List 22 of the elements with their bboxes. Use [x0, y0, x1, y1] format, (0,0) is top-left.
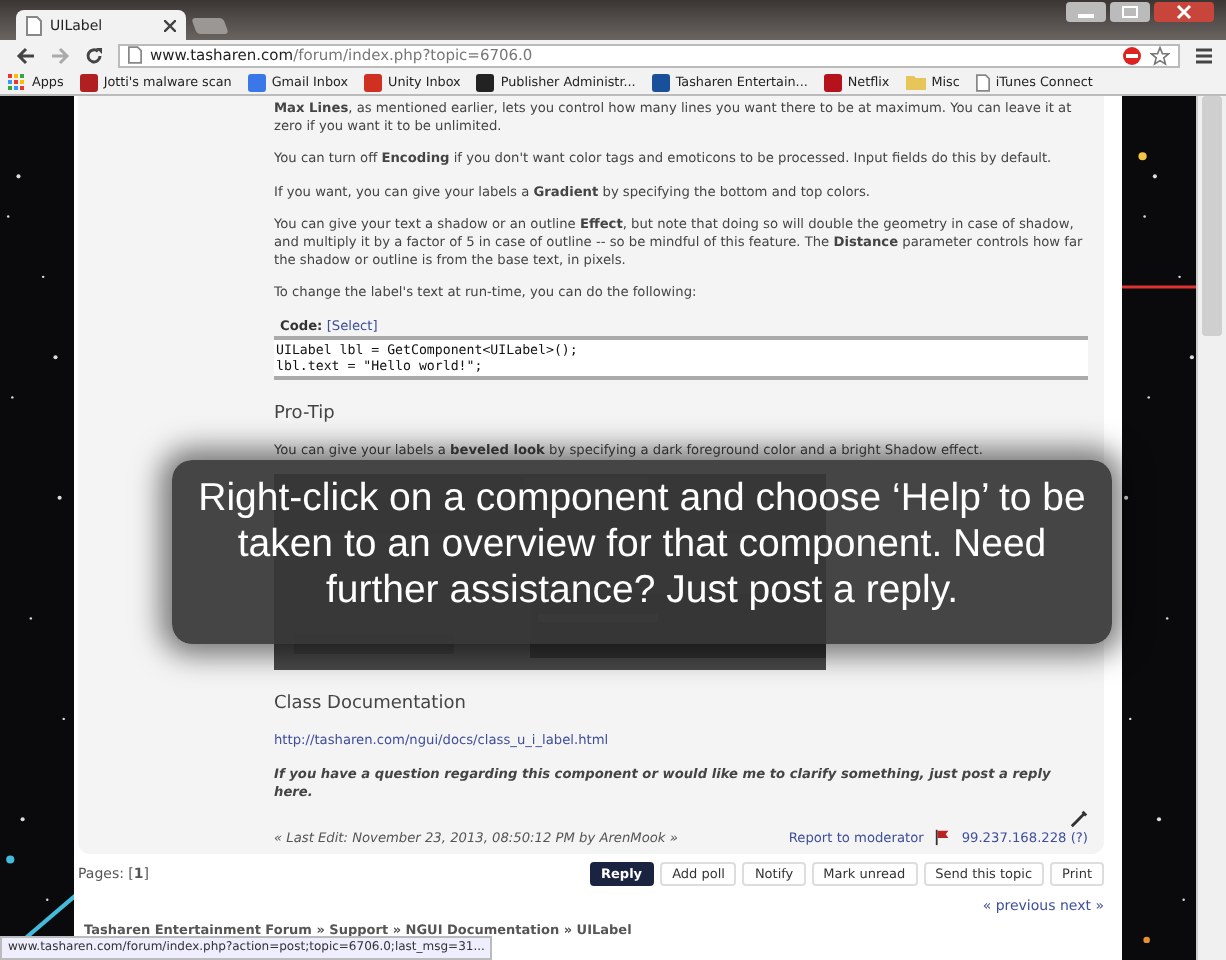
pencil-icon[interactable] — [1070, 810, 1088, 829]
section-heading: Class Documentation — [274, 694, 468, 715]
new-tab-button[interactable] — [191, 18, 229, 34]
stop-sign-icon[interactable] — [1122, 45, 1142, 65]
maximize-icon[interactable] — [1110, 2, 1150, 22]
reload-icon[interactable] — [84, 45, 104, 65]
scrollbar-thumb[interactable] — [1202, 96, 1222, 336]
scrollbar[interactable] — [1196, 96, 1226, 960]
help-overlay: Right-click on a component and choose ‘Help’ to be taken to an overview for that component. Need further assistance? Just post a reply. — [172, 460, 1112, 644]
minimize-icon[interactable] — [1066, 2, 1106, 22]
page-icon — [128, 46, 142, 64]
page-icon — [975, 73, 990, 91]
page-icon — [26, 15, 42, 35]
back-icon[interactable] — [16, 45, 36, 65]
folder-icon — [905, 74, 926, 90]
menu-icon[interactable] — [1194, 45, 1214, 65]
star-icon[interactable] — [1150, 45, 1170, 65]
close-icon[interactable] — [1154, 2, 1214, 22]
close-icon[interactable] — [164, 19, 176, 31]
flag-icon — [933, 828, 952, 847]
section-heading: Pro-Tip — [274, 403, 337, 424]
grid-icon — [8, 73, 26, 91]
